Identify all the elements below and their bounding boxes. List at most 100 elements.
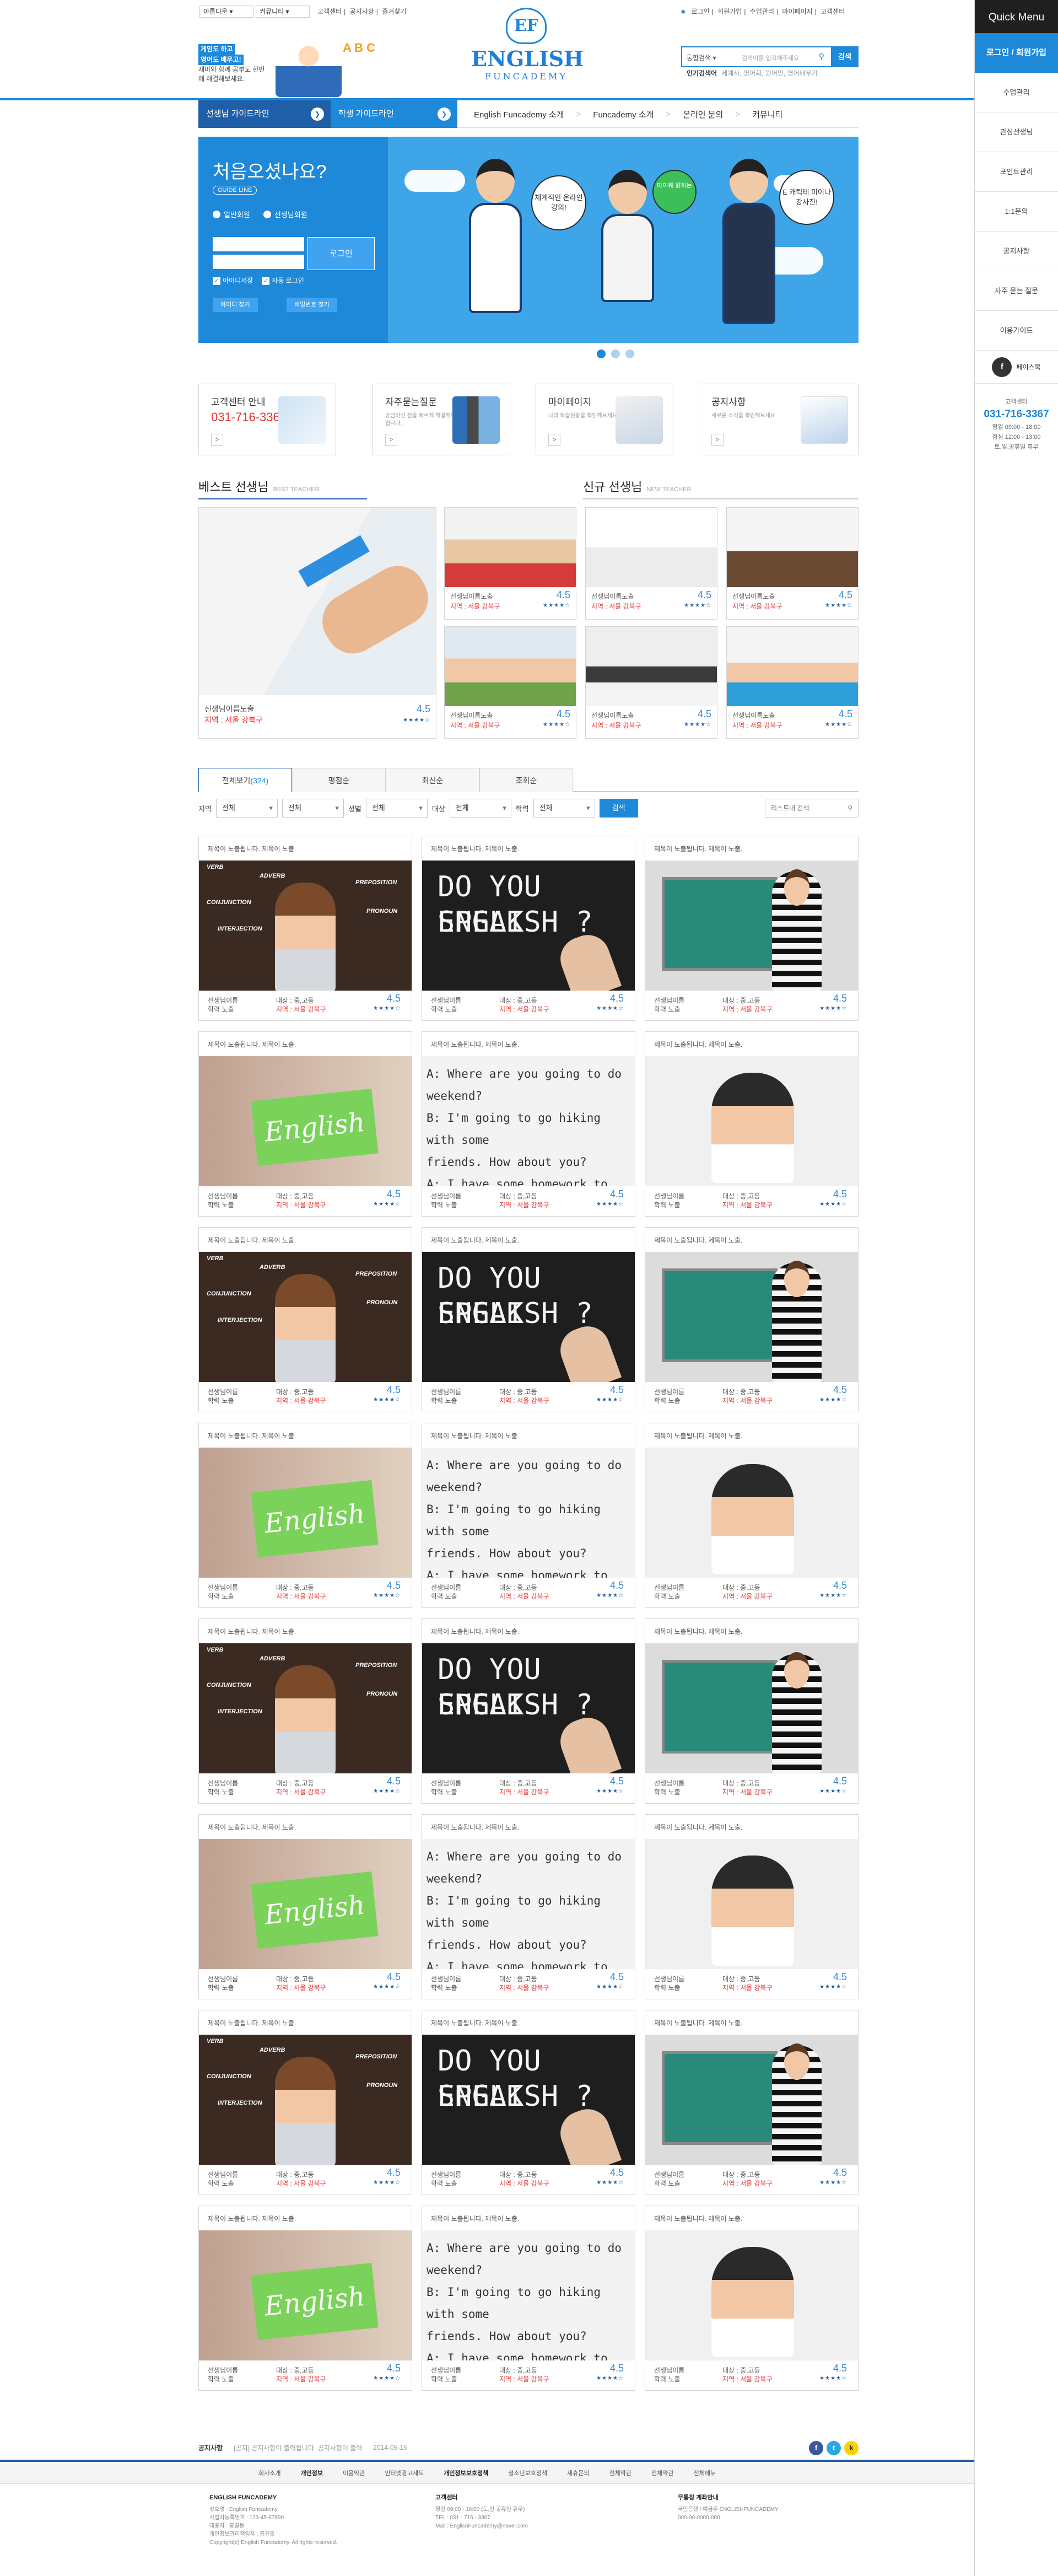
top-link[interactable]: 즐겨찾기: [382, 8, 406, 15]
slider-dot[interactable]: [597, 349, 606, 358]
teacher-list-card[interactable]: 제목이 노출됩니다. 제목이 노출. English 선생님이름 학력 노출 대…: [198, 2206, 412, 2391]
class-link[interactable]: 수업관리: [750, 8, 774, 15]
footer-link[interactable]: 이용약관: [343, 2469, 365, 2477]
popular-terms[interactable]: 세계사, 영어회, 원어민, 영어배우기: [721, 69, 818, 77]
quick-item-notice[interactable]: 공지사항: [975, 232, 1058, 271]
quick-item-qna[interactable]: 1:1문의: [975, 192, 1058, 232]
teacher-card[interactable]: 선생님이름노출 지역 : 서울 강북구 4.5 ★★★★☆: [585, 507, 717, 620]
footer-link[interactable]: 회사소개: [258, 2469, 280, 2477]
teacher-list-card[interactable]: 제목이 노출됩니다. 제목이 노출. A: Where are you goin…: [422, 1814, 635, 1999]
teacher-list-card[interactable]: 제목이 노출됩니다. 제목이 노출. VERB ADVERB PREPOSITI…: [198, 1618, 412, 1804]
teacher-list-card[interactable]: 제목이 노출됩니다. 제목이 노출. 선생님이름 학력 노출 대상 : 중,고등…: [645, 836, 859, 1021]
notice-text[interactable]: [공지] 공지사항이 출력됩니다. 공지사항이 출력: [234, 2443, 362, 2453]
quick-item-point[interactable]: 포인트관리: [975, 152, 1058, 192]
login-link[interactable]: 로그인: [692, 8, 710, 15]
teacher-card[interactable]: 선생님이름노출 지역 : 서울 강북구 4.5 ★★★★☆: [726, 507, 859, 620]
teacher-list-card[interactable]: 제목이 노출됩니다. 제목이 노출. VERB ADVERB PREPOSITI…: [198, 836, 412, 1021]
teacher-list-card[interactable]: 제목이 노출됩니다. 제목이 노출. English 선생님이름 학력 노출 대…: [198, 1814, 412, 1999]
teacher-list-card[interactable]: 제목이 노출됩니다. 제목이 노출. A: Where are you goin…: [422, 1031, 635, 1217]
slider-dot[interactable]: [625, 349, 634, 358]
gender-select[interactable]: 전체: [365, 799, 428, 818]
teacher-list-card[interactable]: 제목이 노출됩니다. 제목이 노출. 선생님이름 학력 노출 대상 : 중,고등…: [645, 1031, 859, 1217]
quick-facebook[interactable]: f 페이스북: [975, 351, 1058, 384]
teacher-card[interactable]: 선생님이름노출 지역 : 서울 강북구 4.5 ★★★★☆: [726, 626, 859, 739]
footer-link[interactable]: 청소년보호정책: [508, 2469, 547, 2477]
slider-dot[interactable]: [611, 349, 620, 358]
footer-link[interactable]: 전체약관: [609, 2469, 631, 2477]
region-select[interactable]: 전체: [215, 799, 278, 818]
twitter-icon[interactable]: t: [827, 2441, 841, 2455]
teacher-list-card[interactable]: 제목이 노출됩니다. 제목이 노출. 선생님이름 학력 노출 대상 : 중,고등…: [645, 1814, 859, 1999]
teacher-card[interactable]: 선생님이름노출 지역 : 서울 강북구 4.5 ★★★★☆: [444, 507, 576, 620]
cs-link[interactable]: 고객센터: [821, 8, 845, 15]
footer-link[interactable]: 전체약관: [651, 2469, 673, 2477]
teacher-card[interactable]: 선생님이름노출 지역 : 서울 강북구 4.5 ★★★★☆: [444, 626, 576, 739]
mypage-link[interactable]: 마이페이지: [782, 8, 812, 15]
teacher-list-card[interactable]: 제목이 노출됩니다. 제목이 노출. DO YOU SPEAK ENGLISH …: [422, 1227, 635, 1412]
site-select[interactable]: 커뮤니티 ▾: [256, 6, 310, 18]
tab-rating[interactable]: 평점순: [292, 768, 386, 792]
more-button[interactable]: >: [385, 434, 397, 446]
teacher-list-card[interactable]: 제목이 노출됩니다. 제목이 노출. A: Where are you goin…: [422, 2206, 635, 2391]
list-search-input[interactable]: 리스트내 검색 ⚲: [765, 799, 859, 818]
district-select[interactable]: 전체: [282, 799, 344, 818]
quick-item-faq[interactable]: 자주 묻는 질문: [975, 271, 1058, 311]
login-button[interactable]: 로그인: [307, 237, 375, 270]
id-field[interactable]: [213, 237, 304, 251]
cs-box[interactable]: 고객센터 안내 031-716-3367 >: [198, 384, 336, 455]
footer-link[interactable]: 개인정보보호정책: [444, 2469, 488, 2477]
filter-search-button[interactable]: 검색: [599, 799, 638, 818]
nav-item-inquiry[interactable]: 온라인 문의: [683, 109, 723, 120]
footer-link[interactable]: 인터넷광고제도: [385, 2469, 424, 2477]
notice-box[interactable]: 공지사항 새로운 소식을 확인해보세요. >: [699, 384, 859, 455]
teacher-list-card[interactable]: 제목이 노출됩니다. 제목이 노출. DO YOU SPEAK ENGLISH …: [422, 1618, 635, 1804]
education-select[interactable]: 전체: [533, 799, 595, 818]
teacher-list-card[interactable]: 제목이 노출됩니다. 제목이 노출. DO YOU SPEAK ENGLISH …: [422, 836, 635, 1021]
student-guide-button[interactable]: 학생 가이드라인 ❯: [331, 100, 457, 128]
quick-item-favorite[interactable]: 관심선생님: [975, 112, 1058, 152]
best-teacher-card[interactable]: 선생님이름노출 지역 : 서울 강북구 4.5 ★★★★☆: [198, 507, 439, 739]
teacher-card[interactable]: 선생님이름노출 지역 : 서울 강북구 4.5 ★★★★☆: [585, 626, 717, 739]
teacher-list-card[interactable]: 제목이 노출됩니다. 제목이 노출. VERB ADVERB PREPOSITI…: [198, 2010, 412, 2195]
teacher-list-card[interactable]: 제목이 노출됩니다. 제목이 노출. 선생님이름 학력 노출 대상 : 중,고등…: [645, 2206, 859, 2391]
nav-item-community[interactable]: 커뮤니티: [752, 109, 782, 120]
find-password-button[interactable]: 비밀번호 찾기: [287, 298, 337, 312]
find-id-button[interactable]: 아이디 찾기: [213, 298, 258, 312]
quick-login-button[interactable]: 로그인 / 회원가입: [975, 33, 1058, 73]
join-link[interactable]: 회원가입: [717, 8, 742, 15]
search-category-select[interactable]: 통합검색 ▾: [687, 53, 716, 62]
teacher-guide-button[interactable]: 선생님 가이드라인 ❯: [198, 100, 331, 128]
mypage-box[interactable]: 마이페이지 나의 학습현황을 확인해보세요. >: [536, 384, 673, 455]
quick-item-guide[interactable]: 이용가이드: [975, 311, 1058, 351]
target-select[interactable]: 전체: [449, 799, 511, 818]
tab-latest[interactable]: 최신순: [386, 768, 479, 792]
teacher-list-card[interactable]: 제목이 노출됩니다. 제목이 노출. 선생님이름 학력 노출 대상 : 중,고등…: [645, 1227, 859, 1412]
top-link[interactable]: 공지사항: [350, 8, 374, 15]
teacher-list-card[interactable]: 제목이 노출됩니다. 제목이 노출. 선생님이름 학력 노출 대상 : 중,고등…: [645, 1618, 859, 1804]
more-button[interactable]: >: [211, 434, 223, 446]
tab-all[interactable]: 전체보기(324): [198, 768, 292, 792]
radio-teacher[interactable]: 선생님회원: [263, 209, 307, 219]
auto-login-checkbox[interactable]: 자동 로그인: [262, 276, 304, 285]
teacher-list-card[interactable]: 제목이 노출됩니다. 제목이 노출. VERB ADVERB PREPOSITI…: [198, 1227, 412, 1412]
teacher-list-card[interactable]: 제목이 노출됩니다. 제목이 노출. DO YOU SPEAK ENGLISH …: [422, 2010, 635, 2195]
language-select[interactable]: 아름다운 ▾: [199, 6, 253, 18]
teacher-list-card[interactable]: 제목이 노출됩니다. 제목이 노출. English 선생님이름 학력 노출 대…: [198, 1423, 412, 1608]
top-link[interactable]: 고객센터: [317, 8, 342, 15]
password-field[interactable]: [213, 255, 304, 269]
facebook-icon[interactable]: f: [809, 2441, 823, 2455]
nav-item-about[interactable]: English Funcademy 소개: [474, 109, 564, 120]
save-id-checkbox[interactable]: 아이디저장: [213, 276, 253, 285]
tab-views[interactable]: 조회순: [479, 768, 573, 792]
search-button[interactable]: 검색: [831, 46, 859, 67]
faq-box[interactable]: 자주묻는질문 궁금하신 점을 빠르게 해결해드립니다. >: [373, 384, 510, 455]
promo-banner[interactable]: 게임도 하고 영어도 배우고! 재미와 함께 공부도 한번에 해결해보세요. A…: [198, 39, 386, 97]
kakao-icon[interactable]: k: [844, 2441, 859, 2455]
teacher-list-card[interactable]: 제목이 노출됩니다. 제목이 노출. A: Where are you goin…: [422, 1423, 635, 1608]
teacher-list-card[interactable]: 제목이 노출됩니다. 제목이 노출. English 선생님이름 학력 노출 대…: [198, 1031, 412, 1217]
footer-link[interactable]: 제휴문의: [567, 2469, 589, 2477]
site-logo[interactable]: EF ENGLISH FUNCADEMY: [471, 8, 584, 90]
footer-link[interactable]: 개인정보: [300, 2469, 322, 2477]
guideline-badge[interactable]: GUIDE LINE: [213, 186, 257, 195]
teacher-list-card[interactable]: 제목이 노출됩니다. 제목이 노출. 선생님이름 학력 노출 대상 : 중,고등…: [645, 2010, 859, 2195]
